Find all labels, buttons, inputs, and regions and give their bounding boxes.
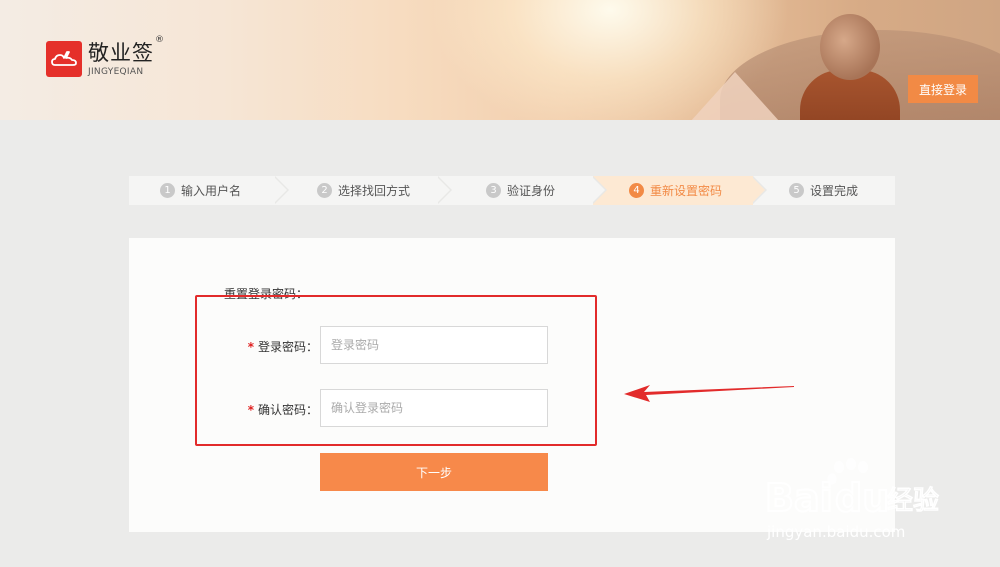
step-complete: 5 设置完成 [753, 176, 895, 205]
header-banner: 敬业签 JINGYEQIAN ® 直接登录 [0, 0, 1000, 120]
annotation-highlight-box [195, 295, 597, 446]
banner-tent [690, 72, 780, 120]
banner-girl-head [820, 14, 880, 80]
step-label: 输入用户名 [181, 184, 242, 198]
step-number: 3 [486, 183, 501, 198]
watermark-brand-cn: 经验 [887, 486, 939, 516]
step-number: 2 [317, 183, 332, 198]
step-label: 重新设置密码 [650, 184, 723, 198]
watermark-url: jingyan.baidu.com [766, 523, 905, 541]
logo-cloud-icon [46, 41, 82, 77]
direct-login-button[interactable]: 直接登录 [908, 75, 978, 103]
registered-mark: ® [155, 35, 164, 45]
logo-name-en: JINGYEQIAN [88, 67, 144, 77]
step-chevron [436, 176, 452, 204]
step-number: 5 [789, 183, 804, 198]
step-number: 4 [629, 183, 644, 198]
logo-name-cn: 敬业签 [88, 41, 154, 65]
step-chevron [591, 176, 607, 204]
step-enter-username: 1 输入用户名 [129, 176, 289, 205]
annotation-arrow-icon [624, 385, 794, 402]
step-chevron [273, 176, 289, 204]
step-reset-password: 4 重新设置密码 [593, 176, 767, 205]
step-number: 1 [160, 183, 175, 198]
watermark-brand: Bai [765, 476, 833, 520]
step-label: 选择找回方式 [338, 184, 411, 198]
next-step-button[interactable]: 下一步 [320, 453, 548, 491]
progress-steps: 1 输入用户名 2 选择找回方式 3 验证身份 4 重新设置密码 5 设置完成 [129, 176, 895, 205]
step-label: 验证身份 [507, 184, 556, 198]
step-label: 设置完成 [810, 184, 859, 198]
logo-text: 敬业签 JINGYEQIAN ® [88, 35, 164, 78]
baidu-watermark: Bai du 经验 jingyan.baidu.com [765, 458, 940, 541]
watermark-brand-du: du [835, 476, 889, 520]
step-choose-method: 2 选择找回方式 [275, 176, 452, 205]
step-chevron [751, 176, 767, 204]
logo[interactable]: 敬业签 JINGYEQIAN ® [46, 35, 164, 78]
step-verify-identity: 3 验证身份 [438, 176, 607, 205]
